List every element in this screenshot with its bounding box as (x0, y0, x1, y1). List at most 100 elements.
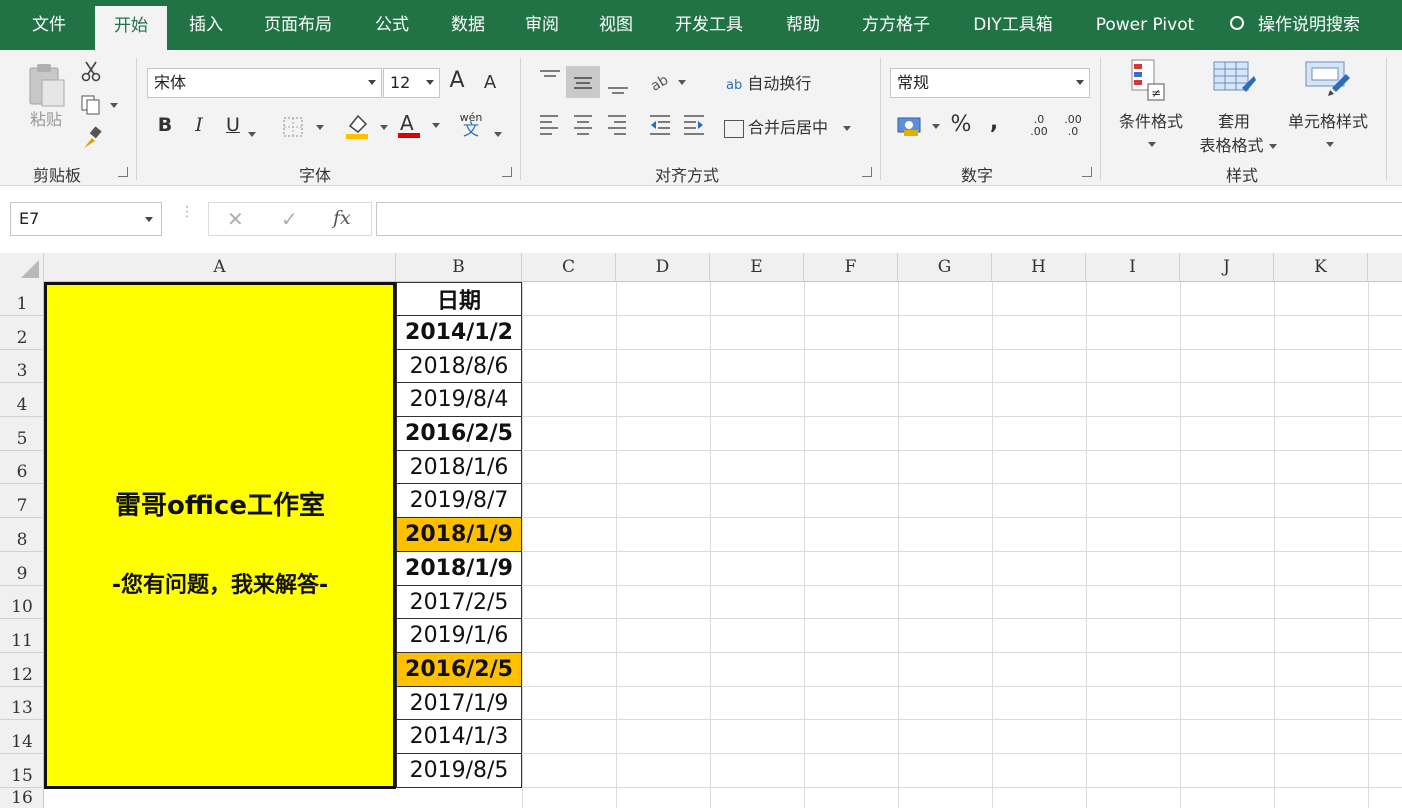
increase-decimal-button[interactable]: .0 .00 (1024, 114, 1054, 138)
cell-b1[interactable]: 日期 (396, 282, 522, 316)
fill-color-icon[interactable] (344, 112, 390, 140)
cell-b6[interactable]: 2018/1/6 (396, 451, 522, 484)
merge-center-button[interactable]: 合并后居中 (724, 114, 874, 138)
cell-b5[interactable]: 2016/2/5 (396, 417, 522, 451)
cell-b7[interactable]: 2019/8/7 (396, 484, 522, 518)
cell-b11[interactable]: 2019/1/6 (396, 619, 522, 653)
horizontal-align-icons[interactable] (538, 112, 630, 138)
merged-cell-a1-a15[interactable]: 雷哥office工作室 -您有问题，我来解答- (44, 282, 396, 789)
tab-view[interactable]: 视图 (588, 0, 644, 50)
column-header-e[interactable]: E (710, 253, 804, 282)
tab-data[interactable]: 数据 (438, 0, 498, 50)
row-header[interactable]: 13 (0, 687, 44, 720)
column-header-k[interactable]: K (1274, 253, 1368, 282)
font-name-select[interactable]: 宋体 (147, 68, 382, 98)
chevron-down-icon[interactable] (1148, 134, 1156, 153)
orientation-icon[interactable]: ab (648, 70, 688, 95)
cell-styles-icon[interactable] (1304, 58, 1352, 104)
row-header[interactable]: 4 (0, 383, 44, 417)
column-header-f[interactable]: F (804, 253, 898, 282)
number-launcher-icon[interactable] (1082, 167, 1092, 177)
tab-home[interactable]: 开始 (95, 6, 167, 50)
name-box[interactable]: E7 (10, 202, 162, 236)
column-header-j[interactable]: J (1180, 253, 1274, 282)
formula-input[interactable] (376, 202, 1402, 236)
cell-b8[interactable]: 2018/1/9 (396, 518, 522, 552)
cell-styles-button[interactable]: 单元格样式 (1280, 108, 1376, 132)
format-as-table-icon[interactable] (1212, 58, 1258, 104)
chevron-down-icon[interactable] (494, 124, 502, 143)
cell-b12[interactable]: 2016/2/5 (396, 653, 522, 687)
paste-icon[interactable] (24, 60, 68, 112)
phonetic-guide-button[interactable]: wén 文 (456, 112, 486, 138)
comma-button[interactable]: , (984, 110, 1004, 135)
tab-page-layout[interactable]: 页面布局 (252, 0, 344, 50)
row-header[interactable]: 15 (0, 754, 44, 788)
cell-b14[interactable]: 2014/1/3 (396, 720, 522, 754)
row-header[interactable]: 7 (0, 484, 44, 518)
select-all-button[interactable] (0, 253, 44, 282)
tab-diy-toolbox[interactable]: DIY工具箱 (960, 0, 1066, 50)
insert-function-icon[interactable]: fx (333, 207, 351, 229)
format-as-table-button[interactable]: 表格格式 (1188, 132, 1288, 156)
number-format-select[interactable]: 常规 (890, 68, 1090, 98)
clipboard-launcher-icon[interactable] (118, 167, 128, 177)
cells-area[interactable]: 雷哥office工作室 -您有问题，我来解答- 日期 2014/1/2 2018… (44, 282, 1402, 808)
column-header-g[interactable]: G (898, 253, 992, 282)
font-color-icon[interactable]: A (398, 110, 444, 140)
cell-b10[interactable]: 2017/2/5 (396, 586, 522, 619)
tab-file[interactable]: 文件 (16, 0, 82, 50)
column-header-h[interactable]: H (992, 253, 1086, 282)
row-header[interactable]: 10 (0, 586, 44, 619)
grip-icon[interactable]: ⋮ (180, 205, 194, 229)
cell-b13[interactable]: 2017/1/9 (396, 687, 522, 720)
row-header[interactable]: 3 (0, 350, 44, 383)
font-size-select[interactable]: 12 (383, 68, 440, 98)
row-header[interactable]: 16 (0, 788, 44, 808)
row-header[interactable]: 12 (0, 653, 44, 687)
tab-help[interactable]: 帮助 (774, 0, 832, 50)
bold-button[interactable]: B (154, 114, 176, 136)
wrap-text-button[interactable]: ab 自动换行 (726, 70, 836, 94)
chevron-down-icon[interactable] (248, 124, 256, 143)
cell-b2[interactable]: 2014/1/2 (396, 316, 522, 350)
cell-b15[interactable]: 2019/8/5 (396, 754, 522, 788)
row-header[interactable]: 2 (0, 316, 44, 350)
font-launcher-icon[interactable] (502, 167, 512, 177)
conditional-format-button[interactable]: 条件格式 (1110, 108, 1192, 132)
column-header-d[interactable]: D (616, 253, 710, 282)
conditional-format-icon[interactable]: ≠ (1130, 58, 1170, 104)
row-header[interactable]: 1 (0, 282, 44, 316)
chevron-down-icon[interactable] (1326, 134, 1334, 153)
column-header-c[interactable]: C (522, 253, 616, 282)
cell-b4[interactable]: 2019/8/4 (396, 383, 522, 417)
borders-icon[interactable] (282, 116, 328, 138)
format-painter-icon[interactable] (80, 126, 104, 150)
row-header[interactable]: 6 (0, 451, 44, 484)
tell-me-search[interactable]: 操作说明搜索 (1230, 0, 1360, 50)
italic-button[interactable]: I (188, 114, 210, 136)
row-header[interactable]: 5 (0, 417, 44, 451)
tab-ffcell[interactable]: 方方格子 (850, 0, 942, 50)
row-header[interactable]: 11 (0, 619, 44, 653)
tab-power-pivot[interactable]: Power Pivot (1084, 0, 1206, 50)
cut-icon[interactable] (80, 60, 102, 82)
cell-b3[interactable]: 2018/8/6 (396, 350, 522, 383)
indent-icons[interactable] (648, 112, 710, 138)
tab-formulas[interactable]: 公式 (362, 0, 422, 50)
accounting-format-icon[interactable] (896, 114, 946, 138)
cancel-icon[interactable]: ✕ (227, 207, 244, 231)
enter-icon[interactable]: ✓ (281, 207, 298, 231)
copy-icon[interactable] (80, 94, 120, 116)
row-header[interactable]: 9 (0, 552, 44, 586)
paste-button[interactable]: 粘贴 (24, 106, 68, 130)
grow-font-button[interactable]: A (446, 68, 468, 93)
tab-insert[interactable]: 插入 (178, 0, 234, 50)
underline-button[interactable]: U (222, 114, 244, 136)
vertical-align-icons[interactable] (538, 66, 638, 98)
percent-button[interactable]: % (948, 112, 974, 137)
row-header[interactable]: 8 (0, 518, 44, 552)
alignment-launcher-icon[interactable] (862, 167, 872, 177)
decrease-decimal-button[interactable]: .00 .0 (1058, 114, 1088, 138)
column-header-b[interactable]: B (396, 253, 522, 282)
